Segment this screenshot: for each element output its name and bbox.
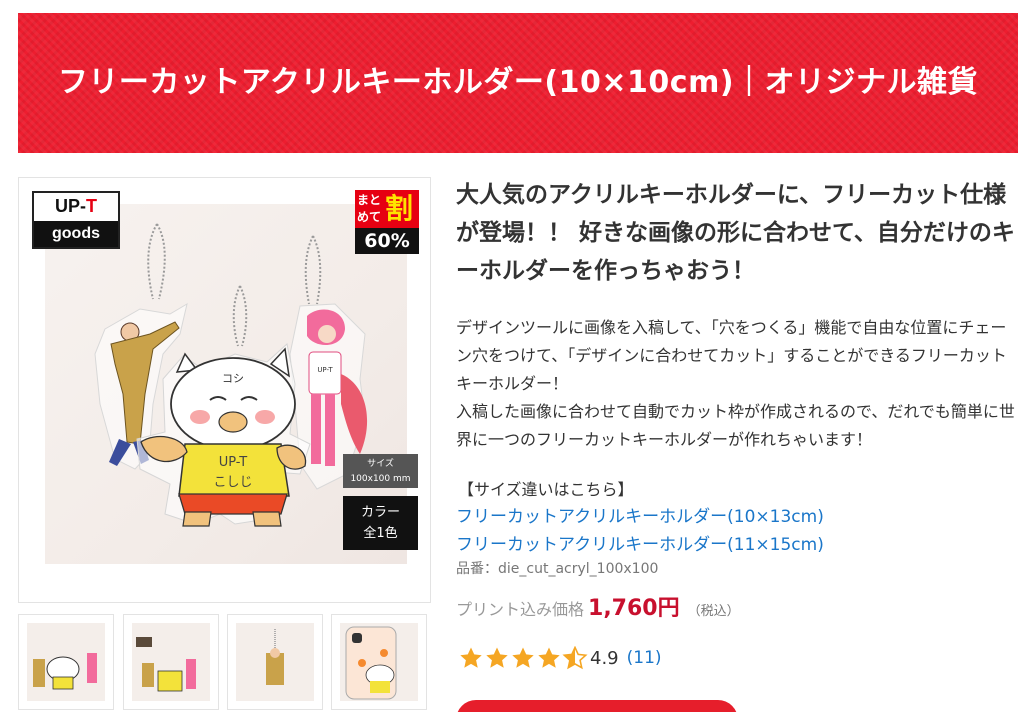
brand-logo-bottom: goods [34,221,118,247]
star-icon [460,647,482,668]
color-badge: カラー 全1色 [343,496,418,550]
half-star-icon [562,646,588,670]
thumbnail-4-image [345,626,397,700]
review-count-link[interactable]: (11) [627,648,662,668]
main-product-image[interactable]: UP-T コシ UP-T こしじ UP-T goods まと めて 割 60% … [18,177,431,603]
discount-kanji: 割 [385,192,414,225]
discount-badge: まと めて 割 60% [355,190,419,254]
price-label: プリント込み価格 [456,600,585,619]
discount-label: まと めて [357,193,382,224]
cat-shirt-line1: UP-T [219,455,248,470]
thumbnail-3[interactable] [227,614,323,710]
brand-badge: UP-T goods [32,191,120,249]
ball-chain-right [304,235,322,305]
size-link-10x13[interactable]: フリーカットアクリルキーホルダー(10×13cm) [456,504,824,530]
product-description: デザインツールに画像を入稿して、「穴をつくる」機能で自由な位置にチェーン穴をつけ… [456,314,1018,454]
size-link-11x15[interactable]: フリーカットアクリルキーホルダー(11×15cm) [456,532,824,558]
page-title: フリーカットアクリルキーホルダー(10×10cm)｜オリジナル雑貨 [57,65,979,100]
price-row: プリント込み価格 1,760円 （税込） [456,590,740,622]
discount-percent: 60% [364,230,410,252]
ball-chain-left [147,223,166,300]
thumbnail-2-image [136,637,196,692]
ball-chain-center [232,285,248,347]
product-code: 品番：die_cut_acryl_100x100 [456,561,659,577]
size-variants-heading: 【サイズ違いはこちら】 [458,480,634,499]
thumbnail-2[interactable] [123,614,219,710]
rating-stars [458,646,588,670]
star-icon [538,647,560,668]
title-banner: フリーカットアクリルキーホルダー(10×10cm)｜オリジナル雑貨 [18,13,1018,153]
cat-head-text: コシ [222,372,244,385]
price-tax-note: （税込） [687,604,740,619]
thumbnail-4[interactable] [331,614,427,710]
start-design-button[interactable] [456,700,738,712]
thumbnail-3-image [266,629,284,685]
rating-value: 4.9 [590,647,619,669]
star-icon [512,647,534,668]
price-value: 1,760円 [588,596,680,621]
thumbnail-1[interactable] [18,614,114,710]
cat-shirt-line2: こしじ [213,475,252,490]
girl-shirt-text: UP-T [317,366,333,374]
product-headline: 大人気のアクリルキーホルダーに、フリーカット仕様が登場！！ 好きな画像の形に合わ… [456,182,1015,284]
thumbnail-1-image [33,653,97,690]
thumbnail-gallery [18,614,431,712]
rating-row: 4.9 (11) [458,646,662,670]
keychain-cat: コシ UP-T こしじ [136,343,311,527]
brand-logo-top: UP-T [55,196,97,216]
star-icon [486,647,508,668]
description-paragraph-2: 入稿した画像に合わせて自動でカット枠が作成されるので、だれでも簡単に世界に一つの… [456,402,1015,449]
size-badge: サイズ 100x100 mm [343,454,418,488]
description-paragraph-1: デザインツールに画像を入稿して、「穴をつくる」機能で自由な位置にチェーン穴をつけ… [456,318,1007,393]
